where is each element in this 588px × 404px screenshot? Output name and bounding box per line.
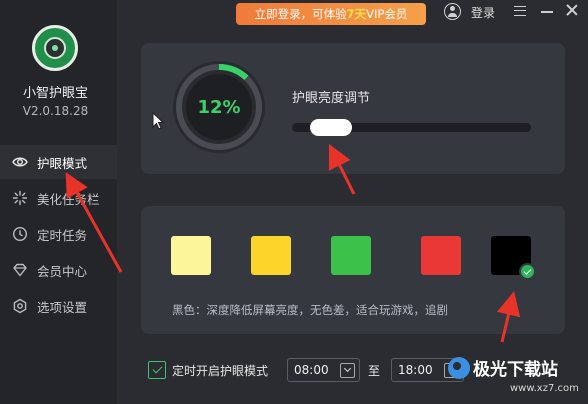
user-icon[interactable] <box>444 3 461 20</box>
selected-check-icon <box>519 263 536 280</box>
brightness-slider-handle[interactable] <box>309 119 352 136</box>
watermark-logo-icon <box>448 357 470 379</box>
brightness-slider-title: 护眼亮度调节 <box>292 91 371 106</box>
schedule-label: 定时开启护眼模式 <box>172 364 269 378</box>
sidebar-item-settings[interactable]: 选项设置 <box>0 289 117 323</box>
promo-highlight: 7天 <box>346 7 367 21</box>
sidebar-item-timer[interactable]: 定时任务 <box>0 217 117 251</box>
start-time-select[interactable]: 08:00 <box>287 358 360 382</box>
sidebar: 小智护眼宝 V2.0.18.28 护眼模式 美化任务栏 定时任务 会员中心 选项… <box>0 0 117 404</box>
brightness-percent: 12% <box>197 96 241 118</box>
sidebar-item-taskbar[interactable]: 美化任务栏 <box>0 181 117 215</box>
color-swatch-red[interactable] <box>421 236 461 275</box>
start-time-value: 08:00 <box>294 363 329 377</box>
end-time-value: 18:00 <box>398 363 433 377</box>
gear-icon <box>12 298 28 314</box>
sidebar-item-label: 定时任务 <box>37 227 88 243</box>
app-version: V2.0.18.28 <box>22 104 89 118</box>
sparkle-icon <box>12 190 28 206</box>
color-swatch-yellow[interactable] <box>251 236 291 275</box>
app-logo-icon <box>32 25 78 71</box>
sidebar-item-membership[interactable]: 会员中心 <box>0 253 117 287</box>
sidebar-item-label: 美化任务栏 <box>37 191 100 207</box>
close-icon[interactable] <box>565 3 579 17</box>
diamond-icon <box>12 262 28 278</box>
to-label: 至 <box>368 364 381 378</box>
sidebar-item-label: 护眼模式 <box>37 155 88 171</box>
eye-icon <box>12 154 28 170</box>
promo-suffix: VIP会员 <box>366 7 408 21</box>
app-name: 小智护眼宝 <box>22 86 88 101</box>
schedule-checkbox[interactable] <box>148 361 166 379</box>
vip-promo-button[interactable]: 立即登录，可体验 7天 VIP会员 <box>236 3 426 25</box>
color-swatch-green[interactable] <box>331 236 371 275</box>
chevron-down-icon <box>340 363 355 378</box>
mouse-cursor-icon <box>152 112 164 130</box>
promo-text: 立即登录，可体验 <box>254 7 347 21</box>
login-button[interactable]: 登录 <box>471 4 495 21</box>
color-swatch-light-yellow[interactable] <box>171 236 211 275</box>
color-description: 黑色：深度降低屏幕亮度，无色差，适合玩游戏，追剧 <box>172 303 448 317</box>
watermark-url: www.xz7.com <box>510 383 579 394</box>
watermark-text: 极光下载站 <box>473 360 558 380</box>
sidebar-item-label: 会员中心 <box>37 263 88 279</box>
minimize-icon[interactable] <box>541 11 553 13</box>
sidebar-item-eye-mode[interactable]: 护眼模式 <box>0 145 117 179</box>
menu-icon[interactable] <box>514 6 526 16</box>
clock-icon <box>12 226 28 242</box>
sidebar-item-label: 选项设置 <box>37 299 88 315</box>
